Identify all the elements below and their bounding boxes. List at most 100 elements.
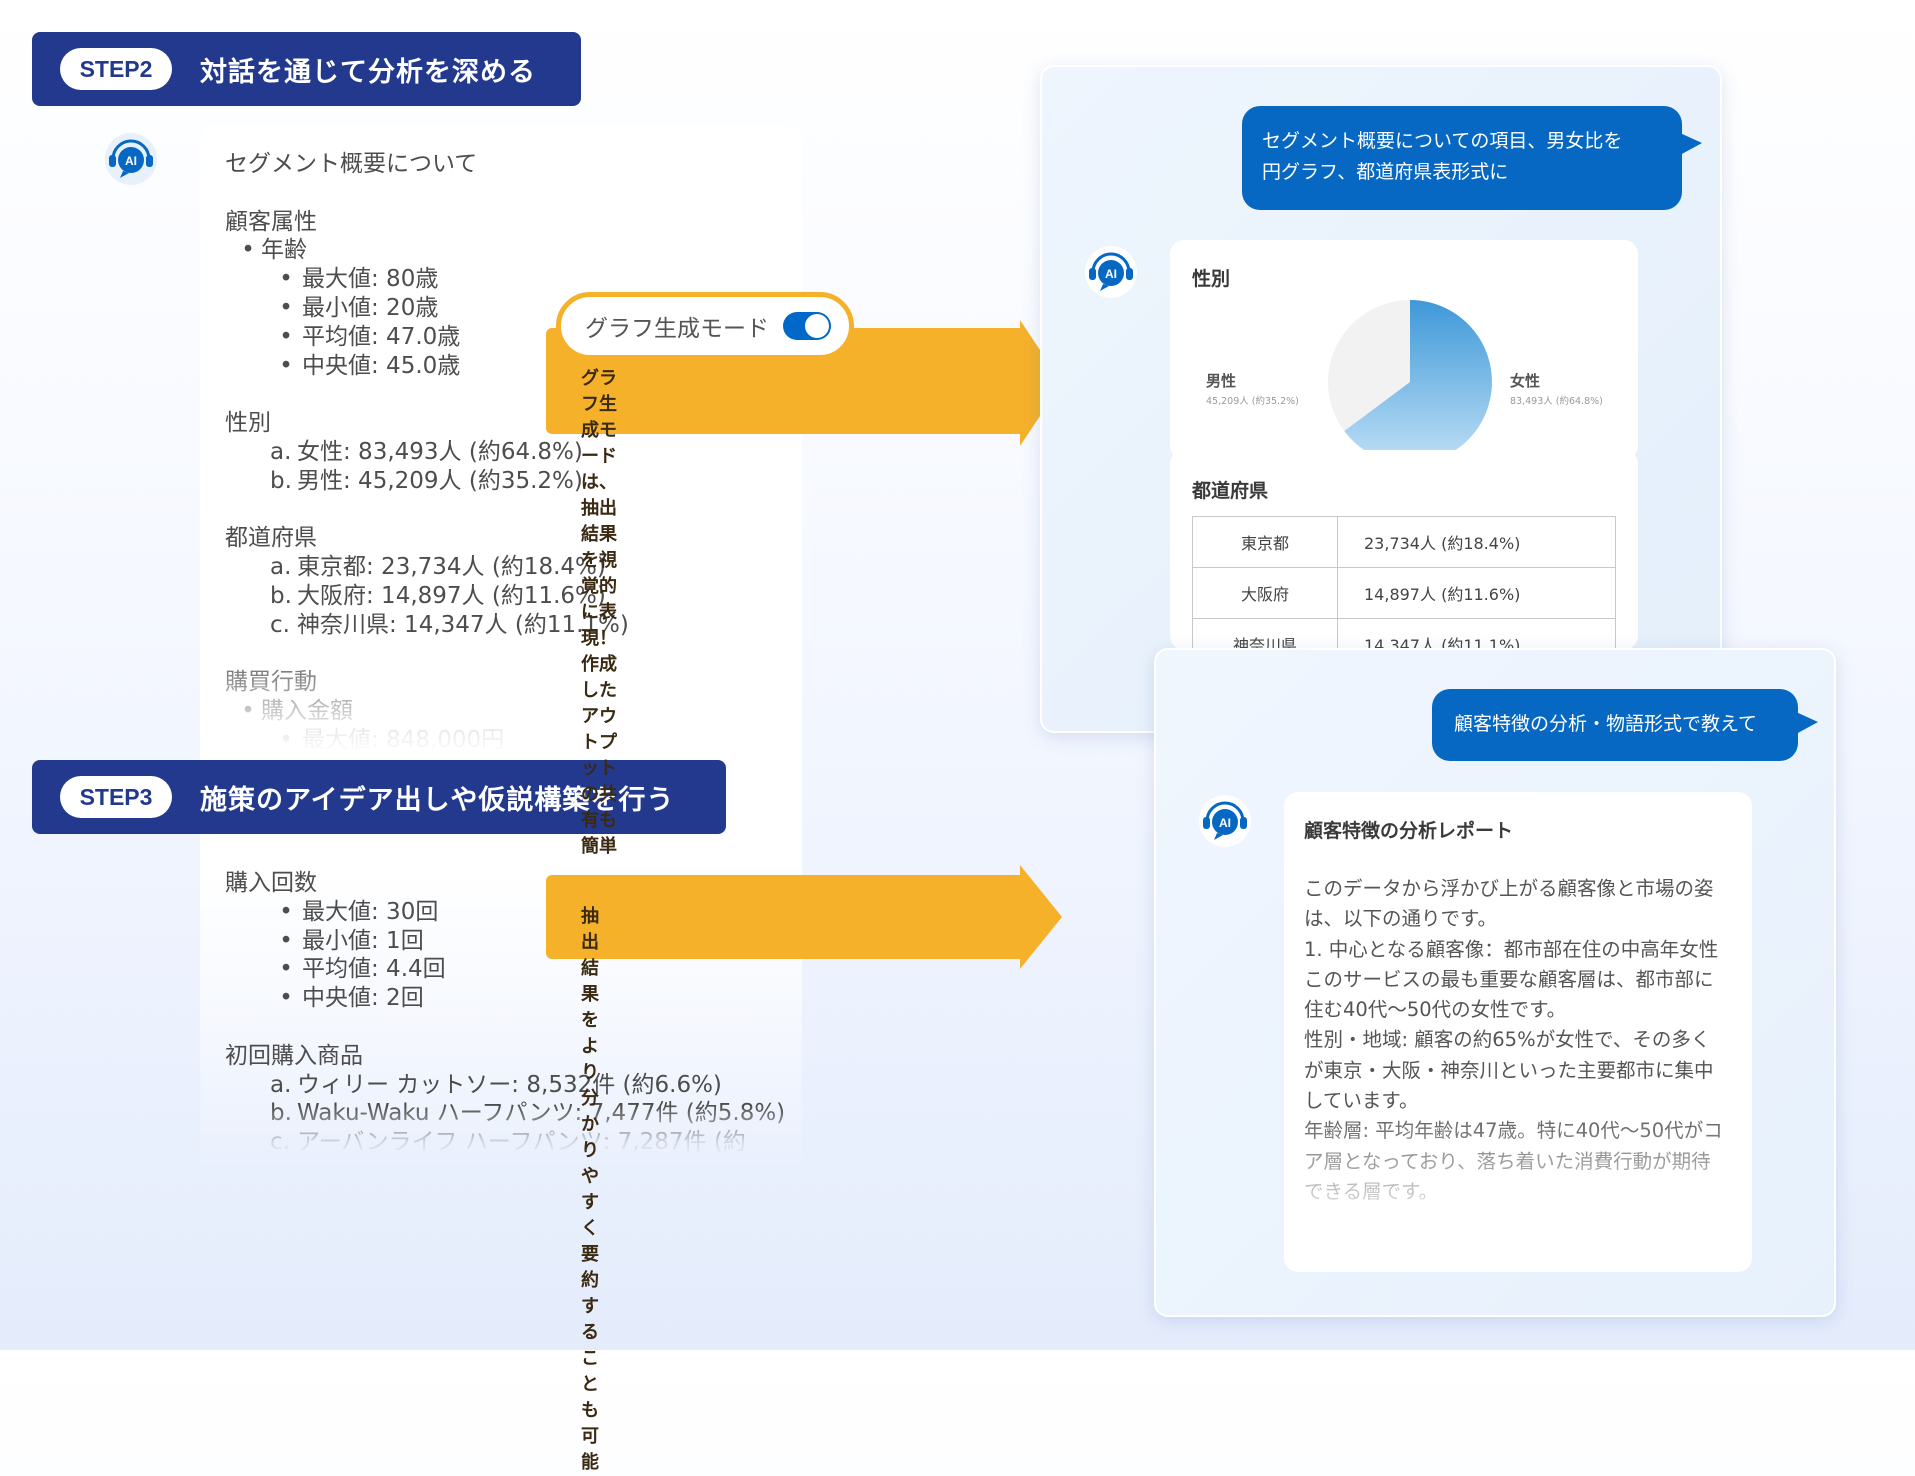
male-value: 45,209人 (約35.2%)	[1206, 396, 1299, 407]
list-marker: a.	[270, 554, 292, 581]
summary-line-text: 購入回数	[225, 870, 317, 896]
table-cell-count: 14,897人 (約11.6%)	[1337, 567, 1616, 619]
ai-assistant-icon-2: AI	[1083, 244, 1139, 300]
summary-line: b. 男性: 45,209人 (約35.2%)	[225, 467, 785, 496]
step2-title: 対話を通じて分析を深める	[200, 56, 536, 88]
summary-line: c. 神奈川県: 14,347人 (約11.1%)	[225, 611, 785, 640]
table-cell-prefecture: 大阪府	[1192, 567, 1338, 619]
report-line: しています。	[1304, 1089, 1419, 1113]
summary-line-text: アーバンライフ ハーフパンツ: 7,287件 (約	[297, 1129, 746, 1156]
summary-line-text: 初回購入商品	[225, 1042, 363, 1069]
user-message-2: 顧客特徴の分析・物語形式で教えて	[1454, 713, 1758, 735]
summary-line-text: 中央値: 45.0歳	[302, 352, 461, 379]
graph-mode-callout-line1: グラフ生成モードは、抽出結果を視覚的に表現！	[581, 368, 617, 649]
list-marker: •	[279, 898, 293, 925]
summary-line-text: 平均値: 47.0歳	[302, 323, 461, 350]
list-marker: •	[279, 266, 293, 293]
graph-mode-label: グラフ生成モード	[585, 316, 769, 342]
summary-line: 購買行動	[225, 668, 785, 697]
summary-line-text: 購買行動	[225, 669, 317, 696]
summary-line: セグメント概要について	[225, 150, 785, 179]
report-line: は、以下の通りです。	[1304, 907, 1498, 931]
svg-text:AI: AI	[1219, 816, 1231, 830]
summary-line-text: 年齢	[261, 237, 307, 264]
bubble-tail-1	[1680, 133, 1702, 155]
summary-line-text: 最大値: 80歳	[302, 266, 439, 293]
report-line: ア層となっており、落ち着いた消費行動が期待	[1304, 1149, 1711, 1173]
summary-line: • 最大値: 80歳	[225, 265, 785, 294]
list-marker: •	[279, 726, 293, 753]
summary-line-text: Waku-Waku ハーフパンツ: 7,477件 (約5.8%)	[297, 1100, 786, 1127]
user-message-1-line1: セグメント概要についての項目、男女比を	[1262, 130, 1623, 152]
gender-chart-title: 性別	[1192, 268, 1231, 290]
report-body: このデータから浮かび上がる顧客像と市場の姿 は、以下の通りです。 1. 中心となる顧…	[1304, 874, 1734, 1207]
male-label: 男性	[1206, 372, 1237, 390]
list-marker: •	[279, 985, 293, 1012]
summary-line-text: 最大値: 30回	[302, 898, 439, 925]
step3-header: STEP3 施策のアイデア出しや仮説構築を行う	[32, 760, 726, 834]
summary-line: a. 東京都: 23,734人 (約18.4%)	[225, 553, 785, 582]
table-cell-prefecture: 東京都	[1192, 516, 1338, 568]
table-cell-count: 14,347人 (約11.1%)	[1337, 618, 1616, 650]
summary-line-text: 購入金額	[261, 698, 353, 725]
summary-line-text: 男性: 45,209人 (約35.2%)	[297, 467, 583, 494]
summary-line: • 購入金額	[225, 697, 785, 726]
list-marker: •	[279, 323, 293, 350]
graph-mode-switch[interactable]	[783, 312, 831, 340]
gender-pie-chart	[1328, 300, 1492, 460]
report-line: が東京・大阪・神奈川といった主要都市に集中	[1304, 1058, 1714, 1082]
user-message-bubble-2: 顧客特徴の分析・物語形式で教えて	[1432, 689, 1798, 761]
report-line: 年齢層: 平均年齢は47歳。特に40代〜50代がコ	[1304, 1119, 1723, 1143]
summary-line-text: 顧客属性	[225, 208, 317, 235]
summary-line-text: 都道府県	[225, 525, 317, 552]
female-label: 女性	[1510, 372, 1541, 390]
summary-line-text: 東京都: 23,734人 (約18.4%)	[297, 554, 606, 581]
prefecture-table-title: 都道府県	[1192, 480, 1269, 502]
list-marker: c.	[270, 1129, 290, 1156]
report-line: 住む40代〜50代の女性です。	[1304, 998, 1567, 1022]
svg-text:AI: AI	[1105, 267, 1117, 281]
summary-line: • 最大値: 848,000円	[225, 726, 785, 755]
report-line: このサービスの最も重要な顧客層は、都市部に	[1304, 967, 1714, 991]
list-marker: •	[279, 352, 293, 379]
list-marker: •	[279, 927, 293, 954]
summary-line-text: 中央値: 2回	[302, 985, 424, 1012]
user-message-1-line2: 円グラフ、都道府県表形式に	[1262, 161, 1509, 183]
summary-line: • 中央値: 2回	[225, 984, 785, 1013]
gender-chart-card: 性別 男性 45,209人 (約35.2%) 女性 83,493人 (約64.8…	[1170, 240, 1638, 460]
report-title: 顧客特徴の分析レポート	[1304, 820, 1514, 842]
summary-line: 初回購入商品	[225, 1042, 785, 1071]
list-marker: a.	[270, 1071, 292, 1098]
table-row: 大阪府 14,897人 (約11.6%)	[1192, 567, 1616, 619]
summary-line-text: 最小値: 20歳	[302, 294, 439, 321]
table-cell-count: 23,734人 (約18.4%)	[1337, 516, 1616, 568]
summary-line-text: 性別	[225, 410, 271, 437]
summary-line: a. ウィリー カットソー: 8,532件 (約6.6%)	[225, 1071, 785, 1100]
summary-line-text: 最大値: 848,000円	[302, 726, 505, 753]
bubble-tail-2	[1796, 712, 1818, 734]
toggle-knob	[805, 314, 829, 338]
list-marker: •	[279, 294, 293, 321]
list-marker: •	[279, 956, 293, 983]
graph-mode-callout-line2: 作成したアウトプットの共有も簡単	[581, 654, 617, 857]
report-line: このデータから浮かび上がる顧客像と市場の姿	[1304, 877, 1714, 900]
summary-line-text: セグメント概要について	[225, 151, 478, 177]
user-message-bubble-1: セグメント概要についての項目、男女比を 円グラフ、都道府県表形式に	[1242, 106, 1682, 210]
graph-mode-toggle[interactable]: グラフ生成モード	[556, 292, 854, 360]
summary-line: 都道府県	[225, 524, 785, 553]
list-marker: b.	[270, 1100, 292, 1127]
list-marker: •	[241, 237, 255, 264]
table-cell-prefecture: 神奈川県	[1192, 618, 1338, 650]
summary-callout-text: 抽出結果をより分かりやすく要約することも可能	[581, 906, 599, 1473]
summary-line-text: 最小値: 1回	[302, 927, 424, 954]
ai-assistant-icon-3: AI	[1197, 793, 1253, 849]
summary-line-text: 神奈川県: 14,347人 (約11.1%)	[297, 611, 629, 638]
ai-assistant-icon: AI	[103, 131, 159, 187]
report-line: 1. 中心となる顧客像：都市部在住の中高年女性	[1304, 937, 1719, 961]
summary-line-text: 女性: 83,493人 (約64.8%)	[297, 438, 583, 465]
summary-line-text: 大阪府: 14,897人 (約11.6%)	[297, 582, 606, 609]
